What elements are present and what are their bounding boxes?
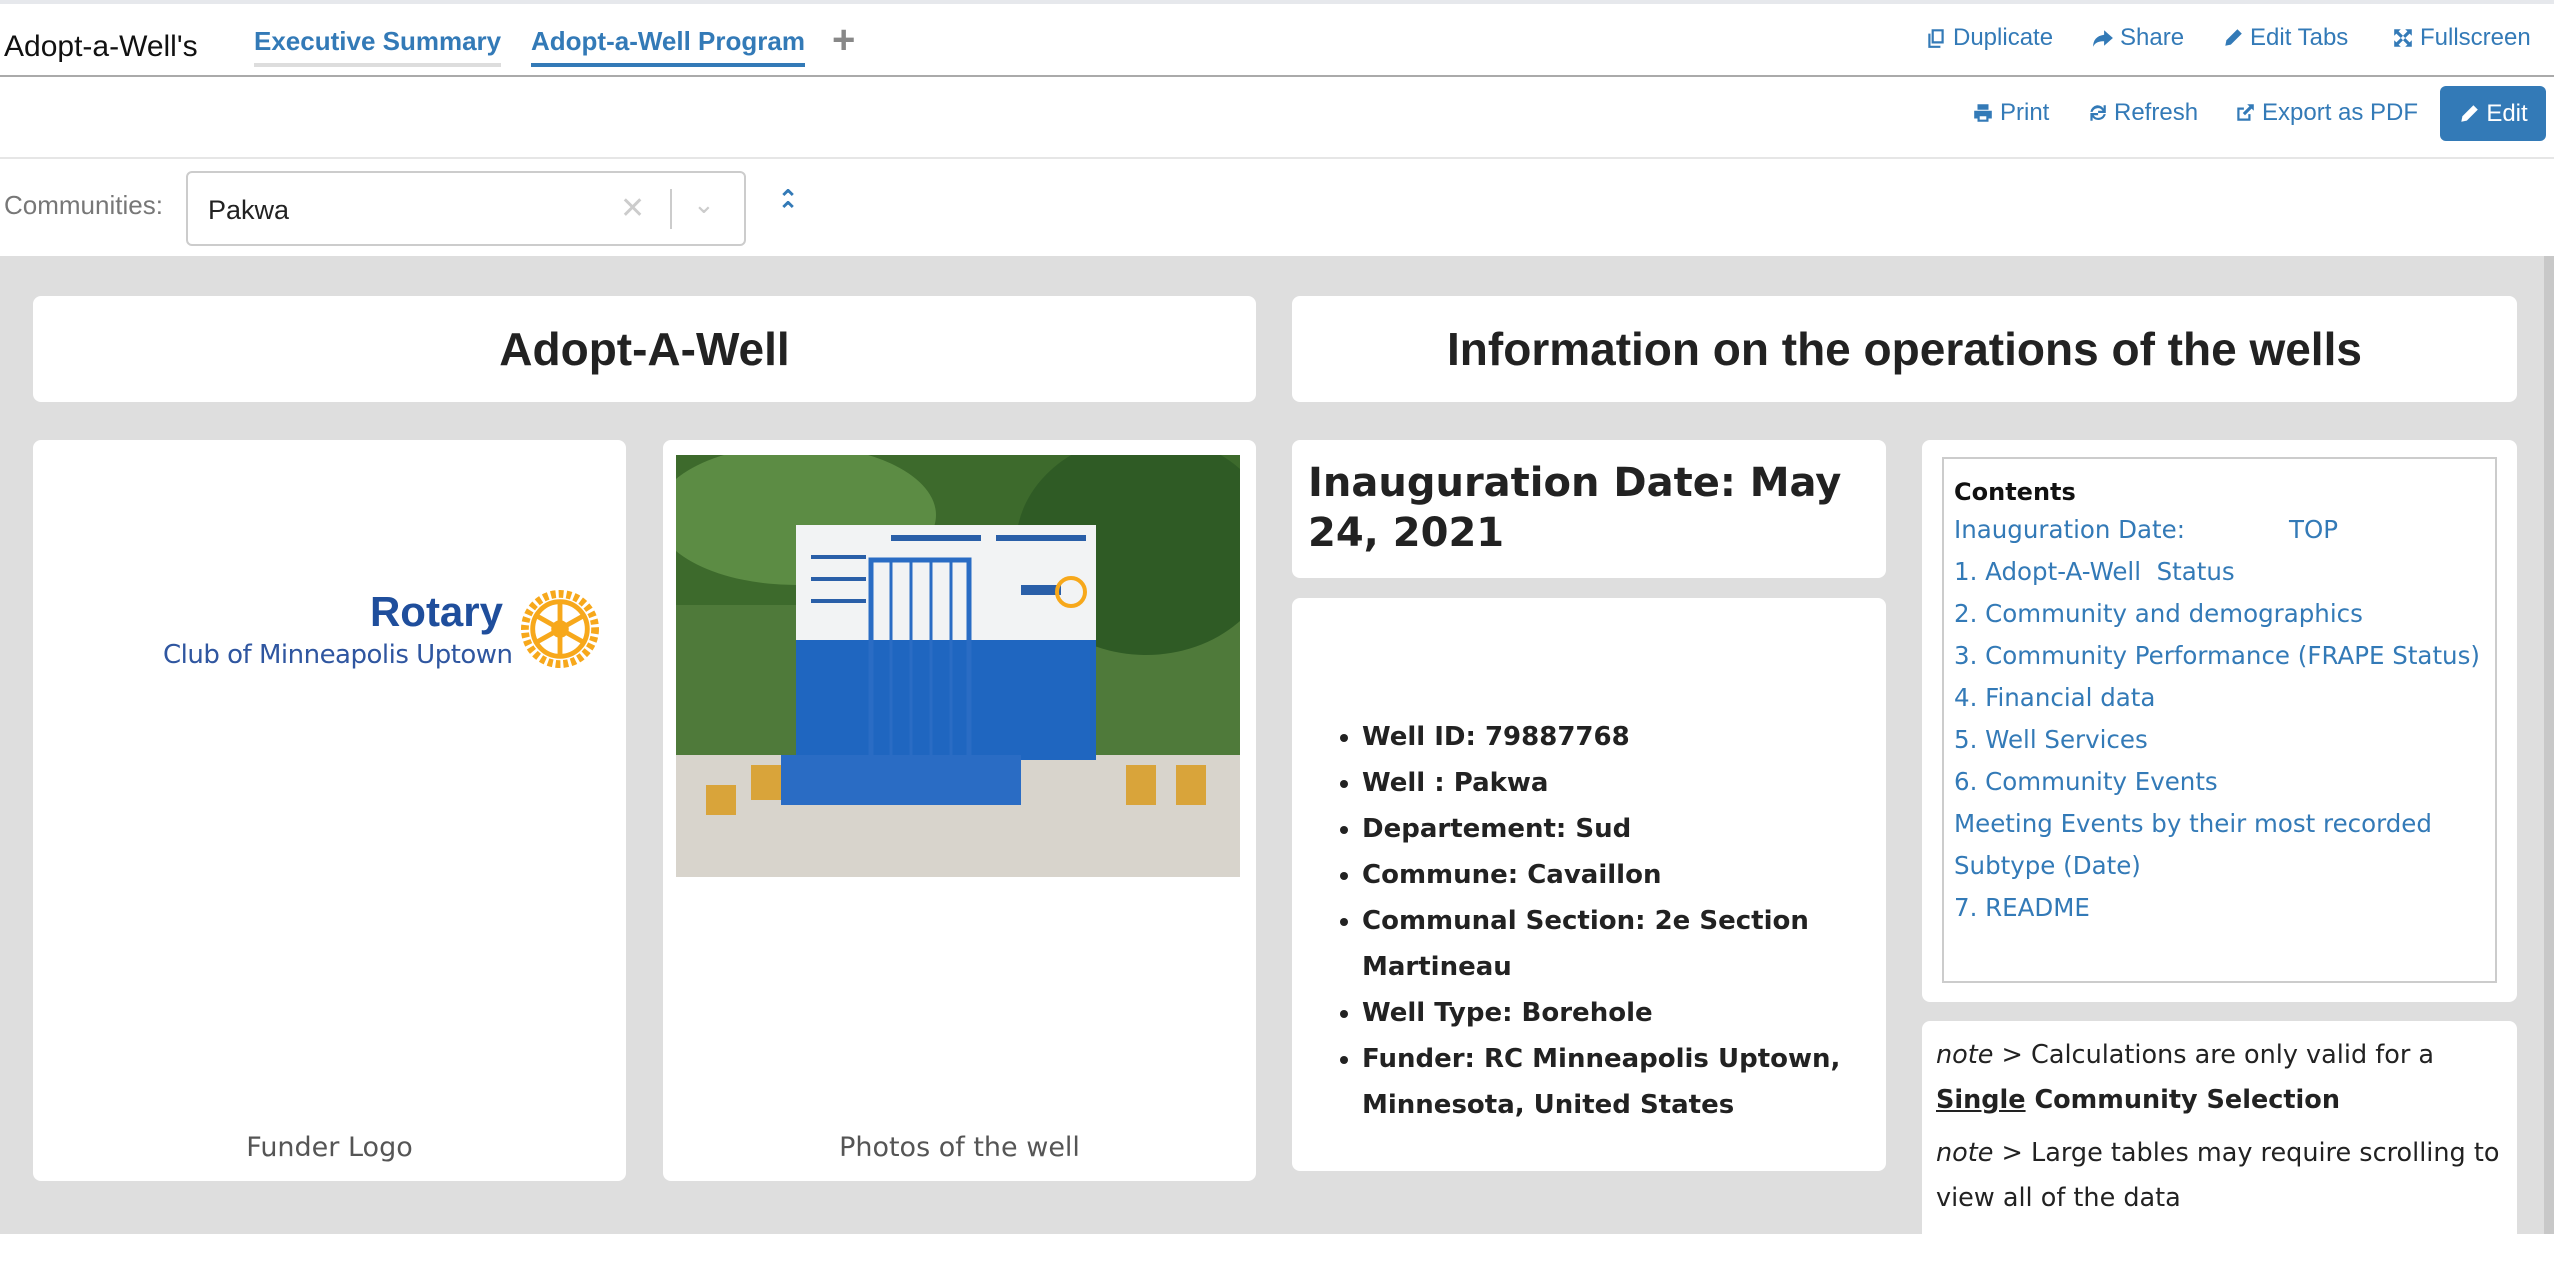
well-info-item: Well : Pakwa [1362, 760, 1866, 806]
toc-link[interactable]: 5. Well Services [1954, 719, 2485, 761]
pencil-icon [2461, 104, 2479, 122]
well-info-item: Well Type: Borehole [1362, 990, 1866, 1036]
refresh-icon [2090, 105, 2106, 121]
duplicate-icon [1928, 29, 1944, 48]
external-link-icon [2237, 104, 2254, 121]
rotary-logo: Rotary Club of Minneapolis Uptown [163, 568, 623, 678]
collapse-filters-icon[interactable]: ⌃ ⌃ [778, 188, 798, 224]
inauguration-date: Inauguration Date: May 24, 2021 [1308, 460, 1842, 556]
note-tail: Community Selection [2025, 1085, 2340, 1115]
well-info-item: Commune: Cavaillon [1362, 852, 1866, 898]
well-info-item: Communal Section: 2e Section Martineau [1362, 898, 1866, 990]
tab-executive-summary[interactable]: Executive Summary [254, 26, 502, 67]
rotary-wheel-icon [521, 590, 599, 668]
add-tab-button[interactable]: + [832, 18, 855, 63]
share-icon [2093, 30, 2113, 47]
operations-header-card: Information on the operations of the wel… [1292, 296, 2517, 402]
duplicate-button[interactable]: Duplicate [1925, 24, 2053, 52]
well-info-card: Well ID: 79887768 Well : Pakwa Departeme… [1292, 598, 1886, 1171]
toc-link[interactable]: 2. Community and demographics [1954, 593, 2485, 635]
fullscreen-button[interactable]: Fullscreen [2392, 24, 2531, 52]
edit-tabs-button[interactable]: Edit Tabs [2222, 24, 2348, 52]
fullscreen-icon [2394, 29, 2412, 47]
selected-community: Pakwa [208, 195, 290, 225]
well-info-item: Well ID: 79887768 [1362, 714, 1866, 760]
communities-filter-label: Communities: [4, 190, 163, 220]
export-pdf-label: Export as PDF [2262, 99, 2419, 126]
notes-card: note > Calculations are only valid for a… [1922, 1021, 2517, 1261]
adopt-a-well-header-card: Adopt-A-Well [33, 296, 1256, 402]
edit-button[interactable]: Edit [2440, 86, 2546, 141]
print-label: Print [2000, 99, 2050, 126]
refresh-label: Refresh [2114, 99, 2199, 126]
toc-link-top[interactable]: TOP [2289, 509, 2338, 551]
funder-logo-card: Rotary Club of Minneapolis Uptown Funder… [33, 440, 626, 1181]
contents-card: Contents Inauguration Date: TOP 1. Adopt-… [1922, 440, 2517, 1002]
note-text: Calculations are only valid for a [2022, 1040, 2435, 1070]
duplicate-label: Duplicate [1953, 24, 2054, 51]
dashboard-header: Adopt-a-Well's Executive Summary Adopt-a… [0, 4, 2554, 77]
fullscreen-label: Fullscreen [2420, 24, 2531, 51]
share-label: Share [2120, 24, 2185, 51]
well-photo-card: Photos of the well [663, 440, 1256, 1181]
pencil-icon [2225, 29, 2242, 46]
well-info-list: Well ID: 79887768 Well : Pakwa Departeme… [1362, 714, 1866, 1128]
well-info-item: Departement: Sud [1362, 806, 1866, 852]
well-photo-caption: Photos of the well [839, 1132, 1080, 1163]
export-pdf-button[interactable]: Export as PDF [2234, 99, 2418, 127]
chevron-down-icon[interactable]: ⌄ [693, 189, 715, 220]
toc-link[interactable]: Meeting Events by their most recorded Su… [1954, 803, 2485, 887]
tab-adopt-a-well-program[interactable]: Adopt-a-Well Program [531, 26, 805, 67]
inauguration-card: Inauguration Date: May 24, 2021 [1292, 440, 1886, 578]
scrollbar[interactable] [2544, 256, 2554, 1234]
print-icon [1974, 104, 1992, 122]
note-prefix: note > [1936, 1138, 2023, 1168]
edit-tabs-label: Edit Tabs [2250, 24, 2349, 51]
toc-link[interactable]: 1. Adopt-A-Well Status [1954, 551, 2485, 593]
share-button[interactable]: Share [2092, 24, 2184, 52]
toc-link-inauguration[interactable]: Inauguration Date: TOP [1954, 509, 2485, 551]
note-emphasis: Single [1936, 1085, 2026, 1115]
dashboard-title: Adopt-a-Well's [4, 30, 198, 63]
funder-logo-caption: Funder Logo [246, 1132, 413, 1163]
clear-icon[interactable]: ✕ [620, 191, 645, 226]
well-photo [676, 455, 1240, 877]
section-title: Information on the operations of the wel… [1447, 323, 2362, 375]
note-single-selection: note > Calculations are only valid for a… [1936, 1033, 2503, 1123]
toc-link[interactable]: 7. README [1954, 887, 2485, 929]
note-prefix: note > [1936, 1040, 2023, 1070]
refresh-button[interactable]: Refresh [2086, 99, 2198, 127]
select-separator [670, 189, 672, 229]
dashboard-toolbar: Print Refresh Export as PDF [0, 79, 2554, 159]
contents-heading: Contents [1954, 478, 2076, 506]
toc-link[interactable]: 4. Financial data [1954, 677, 2485, 719]
edit-label: Edit [2486, 99, 2528, 127]
toc-link-label[interactable]: Inauguration Date: [1954, 509, 2185, 551]
table-of-contents: Contents Inauguration Date: TOP 1. Adopt-… [1942, 457, 2497, 983]
print-button[interactable]: Print [1972, 99, 2049, 127]
section-title: Adopt-A-Well [499, 323, 790, 375]
note-large-tables: note > Large tables may require scrollin… [1936, 1131, 2503, 1221]
toc-link[interactable]: 3. Community Performance (FRAPE Status) [1954, 635, 2485, 677]
logo-subtitle: Club of Minneapolis Uptown [163, 640, 513, 670]
communities-select[interactable]: Pakwa ✕ ⌄ [186, 171, 746, 246]
well-info-item: Funder: RC Minneapolis Uptown, Minnesota… [1362, 1036, 1866, 1128]
toc-link[interactable]: 6. Community Events [1954, 761, 2485, 803]
logo-brand: Rotary [369, 588, 503, 635]
